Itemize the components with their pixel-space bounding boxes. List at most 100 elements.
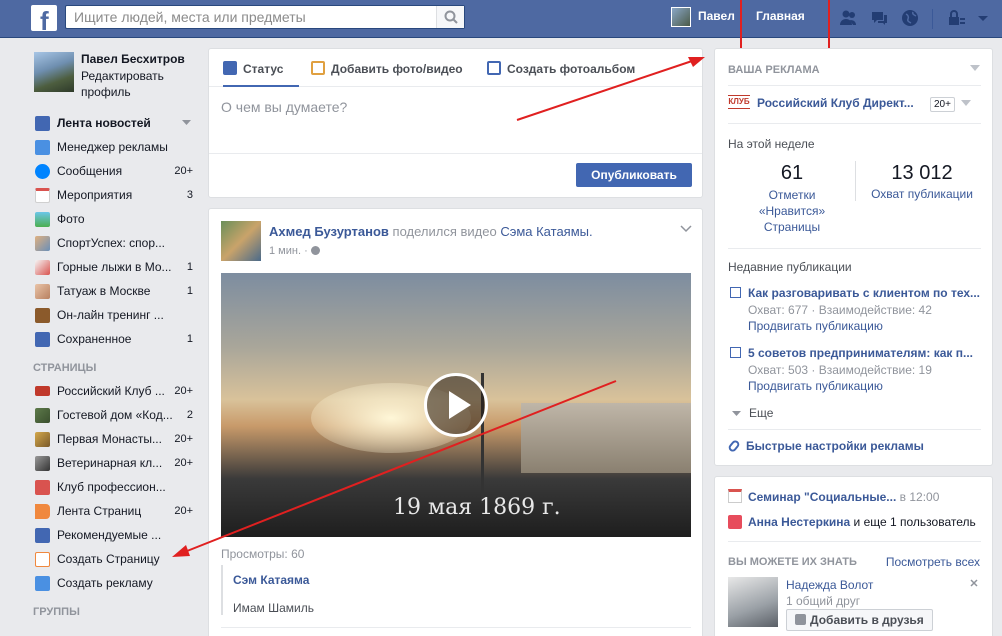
- post-author-name[interactable]: Ахмед Бузуртанов: [269, 224, 389, 239]
- page-thumbnail: [35, 480, 50, 495]
- tab-add-photo-video[interactable]: Добавить фото/видео: [311, 61, 463, 76]
- post-author-avatar[interactable]: [221, 221, 261, 261]
- recent-post-title[interactable]: 5 советов предпринимателям: как п...: [728, 346, 983, 360]
- reach-label[interactable]: Охват публикации: [856, 187, 988, 201]
- tab-create-album[interactable]: Создать фотоальбом: [487, 61, 635, 76]
- panel-divider: [728, 541, 981, 542]
- photo-icon: [311, 61, 325, 75]
- suggested-friend-name[interactable]: Надежда Волот: [786, 578, 873, 592]
- reminders-panel: Семинар "Социальные... в 12:00 Анна Нест…: [714, 476, 993, 636]
- sidebar-item-saved[interactable]: Сохраненное 1: [27, 327, 197, 351]
- profile-link[interactable]: Павел: [698, 9, 735, 23]
- sidebar-item-group[interactable]: Он-лайн тренинг ...: [27, 303, 197, 327]
- photos-icon: [35, 212, 50, 227]
- sidebar-item-group[interactable]: Татуаж в Москве 1: [27, 279, 197, 303]
- profile-name[interactable]: Павел Бесхитров: [81, 52, 185, 66]
- recent-post-stats: Охват: 677 · Взаимодействие: 42: [748, 303, 932, 317]
- add-friend-icon: [795, 614, 806, 625]
- profile-block[interactable]: Павел Бесхитров Редактировать профиль: [27, 48, 197, 106]
- saved-count: 1: [186, 333, 193, 345]
- sidebar-recommended-pages[interactable]: Рекомендуемые ...: [27, 523, 197, 547]
- sidebar-pages-feed[interactable]: Лента Страниц 20+: [27, 499, 197, 523]
- sidebar-page-item[interactable]: Первая Монасты... 20+: [27, 427, 197, 451]
- reach-value: 13 012: [891, 162, 953, 184]
- notifications-globe-icon[interactable]: [900, 8, 920, 28]
- chevron-down-icon: [732, 411, 741, 416]
- likes-value: 61: [780, 162, 804, 184]
- ads-divider: [728, 429, 981, 430]
- profile-edit-link[interactable]: Редактировать профиль: [81, 68, 181, 100]
- search-button[interactable]: [436, 6, 464, 28]
- sidebar-page-item[interactable]: Российский Клуб ... 20+: [27, 379, 197, 403]
- see-all-link[interactable]: Посмотреть всех: [886, 555, 980, 569]
- sidebar-item-group[interactable]: Горные лыжи в Мо... 1: [27, 255, 197, 279]
- ads-divider: [728, 85, 981, 86]
- user-avatar[interactable]: [671, 7, 691, 27]
- edit-post-icon: [730, 287, 741, 298]
- calendar-icon: [728, 489, 742, 503]
- recent-posts-label: Недавние публикации: [728, 260, 852, 274]
- promote-post-link[interactable]: Продвигать публикацию: [728, 379, 983, 393]
- quick-settings-link[interactable]: Быстрые настройки рекламы: [727, 438, 924, 454]
- link-icon: [727, 438, 741, 454]
- profile-avatar[interactable]: [34, 52, 74, 92]
- mutual-friends-count: 1 общий друг: [786, 594, 861, 608]
- likes-label[interactable]: Отметки «Нравится» Страницы: [748, 187, 836, 235]
- privacy-lock-icon[interactable]: [946, 8, 966, 28]
- sidebar-create-ad[interactable]: Создать рекламу: [27, 571, 197, 595]
- facebook-logo[interactable]: f: [31, 5, 57, 31]
- dismiss-close-icon[interactable]: [970, 579, 978, 587]
- active-tab-indicator: [223, 85, 299, 87]
- promote-post-link[interactable]: Продвигать публикацию: [728, 319, 983, 333]
- status-input[interactable]: О чем вы думаете?: [221, 99, 347, 115]
- event-link[interactable]: Семинар "Социальные...: [748, 490, 896, 504]
- status-composer: Статус Добавить фото/видео Создать фотоа…: [208, 48, 703, 198]
- see-more-link[interactable]: Еще: [732, 406, 773, 420]
- sidebar-item-messages[interactable]: Сообщения 20+: [27, 159, 197, 183]
- suggested-friend-avatar[interactable]: [728, 577, 778, 627]
- post-target-link[interactable]: Сэма Катаямы.: [500, 224, 592, 239]
- friend-requests-icon[interactable]: [838, 8, 858, 28]
- ad-page-dropdown-icon[interactable]: [961, 100, 971, 107]
- video-player[interactable]: 19 мая 1869 г.: [221, 273, 691, 537]
- messages-icon[interactable]: [869, 8, 889, 28]
- birthday-person-link[interactable]: Анна Нестеркина: [748, 515, 850, 529]
- add-friend-button[interactable]: Добавить в друзья: [786, 609, 933, 631]
- sidebar-item-ads-manager[interactable]: Менеджер рекламы: [27, 135, 197, 159]
- pages-section-header: СТРАНИЦЫ: [33, 362, 97, 374]
- recent-post-item: 5 советов предпринимателям: как п... Охв…: [728, 346, 983, 393]
- globe-icon: [310, 246, 320, 255]
- sidebar-page-item[interactable]: Ветеринарная кл... 20+: [27, 451, 197, 475]
- ad-page-name[interactable]: Российский Клуб Директ...: [757, 96, 914, 110]
- publish-button[interactable]: Опубликовать: [576, 163, 692, 187]
- search-input[interactable]: [66, 6, 436, 28]
- news-feed-options-icon[interactable]: [182, 120, 191, 126]
- sidebar-page-item[interactable]: Гостевой дом «Код... 2: [27, 403, 197, 427]
- recent-post-title[interactable]: Как разговаривать с клиентом по тех...: [728, 286, 983, 300]
- sidebar-create-page[interactable]: Создать Страницу: [27, 547, 197, 571]
- play-button[interactable]: [424, 373, 488, 437]
- post-options-chevron-icon[interactable]: [680, 225, 692, 233]
- page-thumbnail: [35, 408, 50, 423]
- group-thumbnail: [35, 284, 50, 299]
- play-icon: [449, 391, 471, 419]
- shared-attribution: [221, 565, 223, 615]
- sidebar-item-news-feed[interactable]: Лента новостей: [27, 111, 197, 135]
- bookmark-icon: [35, 332, 50, 347]
- post-timestamp: 1 мин. ·: [269, 245, 320, 257]
- thumbs-up-icon: [35, 528, 50, 543]
- sidebar-item-group[interactable]: СпортУспех: спор...: [27, 231, 197, 255]
- ads-divider: [728, 248, 981, 249]
- shared-from-link[interactable]: Сэм Катаяма: [233, 573, 309, 587]
- ad-page-badge: 20+: [930, 97, 955, 112]
- home-highlight-box: [740, 0, 830, 50]
- settings-dropdown-icon[interactable]: [976, 8, 990, 28]
- search-icon: [444, 10, 458, 24]
- ads-options-icon[interactable]: [970, 65, 980, 72]
- tab-status[interactable]: Статус: [223, 61, 283, 76]
- ads-divider: [728, 123, 981, 124]
- sidebar-item-events[interactable]: Мероприятия 3: [27, 183, 197, 207]
- sidebar-item-photos[interactable]: Фото: [27, 207, 197, 231]
- club-logo: КЛУБ: [728, 95, 750, 109]
- sidebar-page-item[interactable]: Клуб профессион...: [27, 475, 197, 499]
